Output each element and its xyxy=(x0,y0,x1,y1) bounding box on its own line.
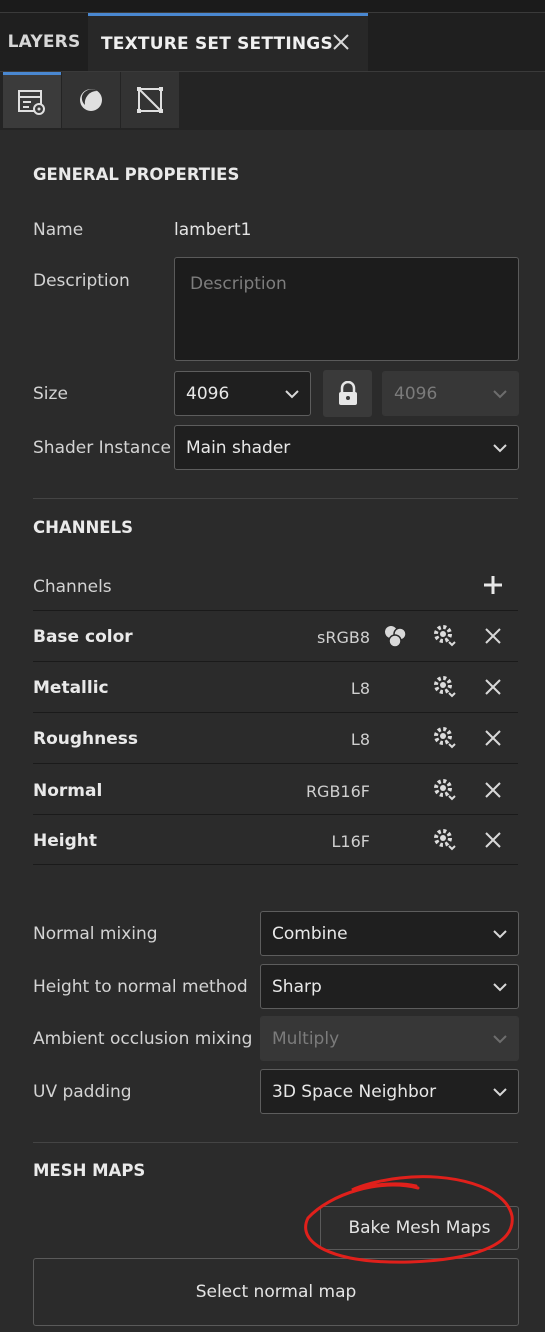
description-placeholder: Description xyxy=(190,274,287,294)
select-normal-map-button[interactable]: Select normal map xyxy=(33,1258,519,1326)
mesh-uv-icon xyxy=(137,87,163,113)
mesh-maps-header: MESH MAPS xyxy=(33,1161,146,1180)
remove-channel-icon[interactable] xyxy=(482,727,504,749)
uv-padding-select[interactable]: 3D Space Neighbor xyxy=(260,1069,519,1114)
channel-format[interactable]: sRGB8 xyxy=(317,628,370,647)
remove-channel-icon[interactable] xyxy=(482,779,504,801)
view-mode-toolbar xyxy=(0,71,545,130)
height-method-value: Sharp xyxy=(272,976,322,997)
row-separator xyxy=(33,712,518,713)
channel-settings-icon[interactable] xyxy=(432,777,458,803)
tab-layers-label: LAYERS xyxy=(7,32,81,52)
lock-icon xyxy=(338,380,357,405)
channel-settings-icon[interactable] xyxy=(432,725,458,751)
channel-name: Roughness xyxy=(33,729,139,749)
channel-settings-icon[interactable] xyxy=(432,674,458,700)
chevron-down-icon xyxy=(493,929,507,938)
chevron-down-icon xyxy=(493,1087,507,1096)
chevron-down-icon xyxy=(493,982,507,991)
remove-channel-icon[interactable] xyxy=(482,829,504,851)
select-normal-map-label: Select normal map xyxy=(195,1282,357,1302)
ao-mixing-label: Ambient occlusion mixing xyxy=(33,1029,253,1049)
ao-mixing-select: Multiply xyxy=(260,1016,519,1061)
normal-mixing-select[interactable]: Combine xyxy=(260,911,519,956)
tab-layers[interactable]: LAYERS xyxy=(0,13,88,71)
size-locked-select: 4096 xyxy=(382,371,519,416)
uv-padding-label: UV padding xyxy=(33,1082,132,1102)
channel-name: Normal xyxy=(33,781,103,801)
tab-texture-set-settings[interactable]: TEXTURE SET SETTINGS xyxy=(88,13,368,71)
normal-mixing-value: Combine xyxy=(272,923,348,944)
material-ball-icon xyxy=(80,89,102,111)
channel-format[interactable]: RGB16F xyxy=(306,782,370,801)
section-divider xyxy=(33,1142,518,1143)
size-value: 4096 xyxy=(186,383,230,404)
list-settings-icon xyxy=(18,89,45,115)
shader-instance-label: Shader Instance xyxy=(33,438,171,458)
channels-list-label: Channels xyxy=(33,577,112,597)
general-properties-header: GENERAL PROPERTIES xyxy=(33,165,240,184)
size-select[interactable]: 4096 xyxy=(174,371,311,416)
channel-name: Height xyxy=(33,831,97,851)
row-separator xyxy=(33,610,518,611)
chevron-down-icon xyxy=(493,443,507,452)
section-divider xyxy=(33,498,518,499)
description-field[interactable]: Description xyxy=(174,257,519,361)
description-label: Description xyxy=(33,271,130,291)
chevron-down-icon xyxy=(285,389,299,398)
channel-format[interactable]: L8 xyxy=(351,679,370,698)
row-separator xyxy=(33,661,518,662)
shader-instance-select[interactable]: Main shader xyxy=(174,425,519,470)
ao-mixing-value: Multiply xyxy=(272,1028,340,1049)
height-method-select[interactable]: Sharp xyxy=(260,964,519,1009)
uv-padding-value: 3D Space Neighbor xyxy=(272,1081,437,1102)
add-channel-icon[interactable] xyxy=(482,574,504,596)
chevron-down-icon xyxy=(493,389,507,398)
channel-settings-icon[interactable] xyxy=(432,827,458,853)
channels-header: CHANNELS xyxy=(33,518,133,537)
channel-settings-icon[interactable] xyxy=(432,623,458,649)
mesh-view-button[interactable] xyxy=(121,72,179,128)
material-view-button[interactable] xyxy=(62,72,120,128)
row-separator xyxy=(33,763,518,764)
channel-name: Metallic xyxy=(33,678,109,698)
channel-format[interactable]: L16F xyxy=(332,832,370,851)
remove-channel-icon[interactable] xyxy=(482,625,504,647)
bake-mesh-maps-label: Bake Mesh Maps xyxy=(348,1218,491,1238)
name-value: lambert1 xyxy=(174,220,252,240)
remove-channel-icon[interactable] xyxy=(482,676,504,698)
bake-mesh-maps-button[interactable]: Bake Mesh Maps xyxy=(320,1206,519,1250)
normal-mixing-label: Normal mixing xyxy=(33,924,158,944)
panel-tab-bar: LAYERS TEXTURE SET SETTINGS xyxy=(0,13,545,71)
row-separator xyxy=(33,864,518,865)
tab-texture-set-settings-label: TEXTURE SET SETTINGS xyxy=(101,33,333,54)
shader-instance-value: Main shader xyxy=(186,437,291,458)
name-label: Name xyxy=(33,220,84,240)
row-separator xyxy=(33,814,518,815)
height-method-label: Height to normal method xyxy=(33,977,248,997)
chevron-down-icon xyxy=(493,1034,507,1043)
lock-size-button[interactable] xyxy=(323,370,372,417)
size-locked-value: 4096 xyxy=(394,383,438,404)
close-icon[interactable] xyxy=(330,31,352,53)
channel-name: Base color xyxy=(33,627,133,647)
settings-view-button[interactable] xyxy=(3,72,61,128)
window-top-strip xyxy=(0,0,545,13)
channel-format[interactable]: L8 xyxy=(351,730,370,749)
color-profile-icon[interactable] xyxy=(382,623,408,649)
size-label: Size xyxy=(33,384,68,404)
